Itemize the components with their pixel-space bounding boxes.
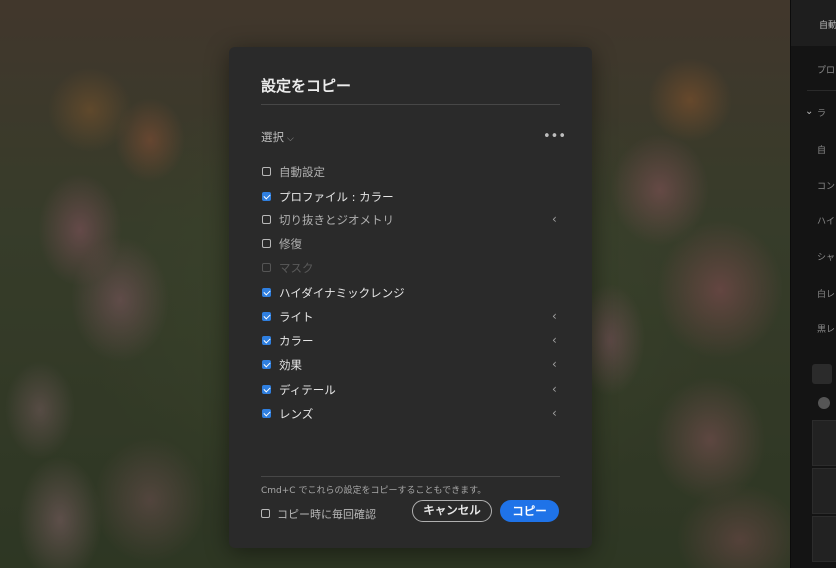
settings-item-checkbox[interactable] (262, 312, 271, 321)
settings-item[interactable]: 効果 ‹ (261, 357, 561, 375)
chevron-left-icon[interactable]: ‹ (552, 212, 557, 226)
chevron-left-icon[interactable]: ‹ (552, 406, 557, 420)
panel-row-profile[interactable]: プロ (817, 63, 835, 76)
confirm-checkbox[interactable] (261, 509, 270, 518)
settings-item[interactable]: カラー ‹ (261, 333, 561, 351)
panel-row-whites[interactable]: 白レ (817, 287, 835, 300)
chevron-left-icon[interactable]: ‹ (552, 333, 557, 347)
settings-item[interactable]: 切り抜きとジオメトリ ‹ (261, 212, 561, 230)
settings-item[interactable]: ディテール ‹ (261, 382, 561, 400)
settings-item-checkbox[interactable] (262, 409, 271, 418)
settings-item-label: カラー (279, 334, 314, 348)
settings-item-label: 切り抜きとジオメトリ (279, 213, 394, 227)
point-icon[interactable] (818, 397, 830, 409)
panel-row-blacks[interactable]: 黒レ (817, 322, 835, 335)
select-dropdown[interactable]: 選択 ⌵ (261, 129, 294, 145)
settings-item[interactable]: レンズ ‹ (261, 406, 561, 424)
settings-item-checkbox[interactable] (262, 385, 271, 394)
settings-item-checkbox[interactable] (262, 288, 271, 297)
settings-item-label: 効果 (279, 358, 302, 372)
panel-row-highlights[interactable]: ハイ (817, 214, 835, 227)
settings-item[interactable]: 自動設定 (261, 164, 561, 182)
panel-row-contrast[interactable]: コン (817, 179, 835, 192)
settings-item[interactable]: 修復 (261, 236, 561, 254)
settings-item-label: マスク (279, 261, 314, 275)
settings-item-checkbox[interactable] (262, 360, 271, 369)
settings-item-label: ライト (279, 310, 314, 324)
dialog-title: 設定をコピー (261, 77, 352, 95)
chevron-down-icon[interactable]: ⌄ (805, 106, 813, 117)
confirm-label: コピー時に毎回確認 (277, 508, 376, 521)
curve-icon[interactable] (812, 364, 832, 384)
chevron-left-icon[interactable]: ‹ (552, 309, 557, 323)
shortcut-hint: Cmd+C でこれらの設定をコピーすることもできます。 (261, 486, 487, 496)
settings-item-checkbox[interactable] (262, 215, 271, 224)
settings-item-checkbox (262, 263, 271, 272)
settings-item-checkbox[interactable] (262, 239, 271, 248)
panel-block (812, 420, 836, 466)
panel-row-exposure[interactable]: 自 (817, 143, 826, 156)
settings-item-label: ハイダイナミックレンジ (279, 286, 405, 300)
settings-item-checkbox[interactable] (262, 336, 271, 345)
chevron-left-icon[interactable]: ‹ (552, 357, 557, 371)
panel-block (812, 468, 836, 514)
chevron-down-icon: ⌵ (287, 134, 294, 144)
panel-row-light[interactable]: ラ (817, 106, 826, 119)
copy-button[interactable]: コピー (500, 500, 559, 522)
settings-item-label: 自動設定 (279, 165, 325, 179)
title-divider (261, 104, 560, 105)
panel-row-shadows[interactable]: シャ (817, 250, 835, 263)
footer-divider (261, 476, 560, 477)
settings-item-label: ディテール (279, 383, 336, 397)
settings-item[interactable]: ハイダイナミックレンジ (261, 285, 561, 303)
select-label: 選択 (261, 130, 284, 144)
copy-settings-dialog: 設定をコピー 選択 ⌵ ••• 自動設定 プロファイル : カラー 切り抜きとジオメト… (229, 47, 592, 548)
settings-item-label: 修復 (279, 237, 302, 251)
chevron-left-icon[interactable]: ‹ (552, 382, 557, 396)
cancel-button[interactable]: キャンセル (412, 500, 492, 522)
panel-top-bar: 自動 (791, 0, 836, 46)
settings-item-checkbox[interactable] (262, 167, 271, 176)
settings-item-checkbox[interactable] (262, 192, 271, 201)
settings-item[interactable]: プロファイル : カラー (261, 189, 561, 207)
panel-divider (807, 90, 836, 91)
auto-button[interactable]: 自動 (819, 18, 836, 31)
settings-item-label: プロファイル : カラー (279, 190, 394, 204)
settings-item[interactable]: ライト ‹ (261, 309, 561, 327)
panel-block (812, 516, 836, 562)
settings-item-label: レンズ (279, 407, 314, 421)
more-horizontal-icon[interactable]: ••• (543, 129, 566, 144)
settings-item: マスク (261, 260, 561, 278)
